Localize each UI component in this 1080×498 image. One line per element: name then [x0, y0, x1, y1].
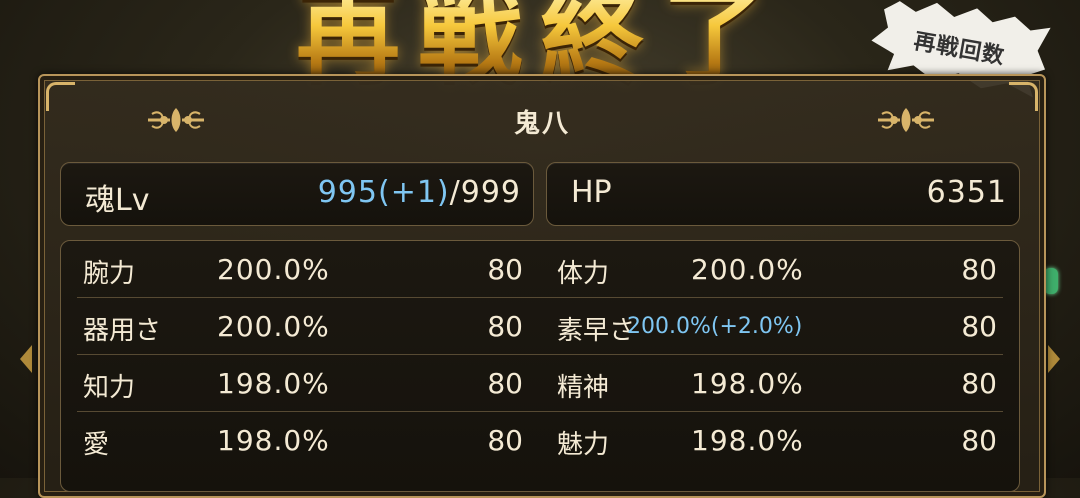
stat-percent: 200.0% [691, 253, 804, 286]
stat-label: 器用さ [83, 316, 162, 346]
stat-value: 80 [961, 310, 997, 343]
stat-percent: 200.0%(+2.0%) [627, 314, 803, 339]
stat-value: 80 [487, 253, 523, 286]
hp-box: HP 6351 [546, 162, 1020, 226]
unit-name: 鬼八 [513, 108, 570, 139]
soul-level-value: 995(+1)/999 [318, 175, 521, 210]
stat-percent: 200.0% [217, 310, 330, 343]
stat-value: 80 [961, 367, 997, 400]
stat-value: 80 [961, 424, 997, 457]
stat-percent: 198.0% [217, 367, 330, 400]
soul-level-current: 995 [317, 175, 378, 210]
stat-value: 80 [961, 253, 997, 286]
stats-table: 腕力 200.0% 80 体力 200.0% 80 器用さ 200.0% 80 … [60, 240, 1020, 492]
stat-label: 腕力 [83, 259, 136, 289]
stat-percent: 198.0% [691, 367, 804, 400]
stat-label: 体力 [557, 259, 610, 289]
stat-value: 80 [487, 367, 523, 400]
stat-row: 知力 198.0% 80 精神 198.0% 80 [61, 355, 1019, 412]
soul-level-box: 魂Lv 995(+1)/999 [60, 162, 534, 226]
stat-percent: 198.0% [691, 424, 804, 457]
stat-label: 精神 [557, 373, 610, 403]
stat-label: 愛 [83, 430, 110, 460]
stat-percent: 198.0% [217, 424, 330, 457]
hp-label: HP [571, 175, 612, 210]
soul-level-bonus: (+1) [377, 175, 450, 210]
stat-row: 器用さ 200.0% 80 素早さ 200.0%(+2.0%) 80 [61, 298, 1019, 355]
soul-level-max: /999 [449, 175, 521, 210]
rebattle-count-label: 再戦回数 [911, 28, 1007, 70]
stat-label: 魅力 [557, 430, 610, 460]
stat-value: 80 [487, 310, 523, 343]
unit-status-panel: 鬼八 魂Lv 995(+1)/999 HP 6351 腕力 200.0% 80 … [38, 74, 1046, 498]
soul-level-label: 魂Lv [85, 183, 150, 218]
stat-value: 80 [487, 424, 523, 457]
unit-name-row: 鬼八 [40, 96, 1044, 146]
hp-value: 6351 [926, 175, 1007, 210]
gem-icon [1044, 268, 1058, 294]
stat-percent: 200.0% [217, 253, 330, 286]
stat-row: 腕力 200.0% 80 体力 200.0% 80 [61, 241, 1019, 298]
stat-label: 素早さ [557, 316, 636, 346]
chevron-left-icon[interactable] [20, 345, 32, 373]
stat-label: 知力 [83, 373, 136, 403]
chevron-right-icon[interactable] [1048, 345, 1060, 373]
stat-row: 愛 198.0% 80 魅力 198.0% 80 [61, 412, 1019, 469]
